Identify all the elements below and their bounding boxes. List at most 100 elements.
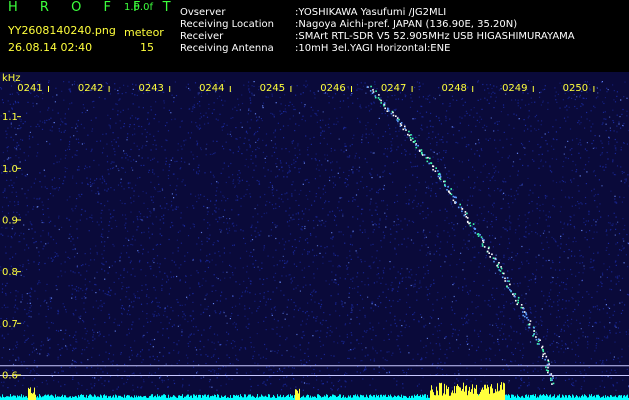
noise-pixel	[55, 285, 57, 287]
noise-pixel	[334, 254, 337, 256]
noise-pixel	[405, 276, 407, 278]
noise-pixel	[54, 101, 56, 103]
noise-pixel	[528, 289, 530, 291]
noise-pixel	[20, 301, 22, 303]
noise-pixel	[142, 248, 144, 250]
noise-pixel	[204, 308, 206, 310]
noise-pixel	[583, 376, 585, 378]
noise-pixel	[340, 149, 342, 151]
noise-pixel	[404, 218, 406, 220]
noise-pixel	[152, 169, 154, 171]
noise-pixel	[232, 323, 234, 325]
noise-pixel	[333, 186, 335, 188]
noise-pixel	[283, 137, 285, 139]
noise-pixel	[413, 165, 415, 168]
noise-pixel	[258, 180, 260, 182]
noise-pixel	[326, 332, 328, 334]
noise-pixel	[621, 201, 623, 203]
noise-pixel	[620, 127, 622, 129]
noise-pixel	[619, 249, 621, 251]
noise-pixel	[273, 307, 275, 309]
noise-pixel	[184, 161, 186, 163]
noise-pixel	[182, 311, 184, 313]
noise-pixel	[166, 275, 168, 277]
noise-pixel	[216, 181, 218, 183]
noise-pixel	[389, 268, 391, 270]
noise-pixel	[69, 148, 71, 150]
noise-pixel	[350, 234, 352, 236]
noise-pixel	[132, 268, 134, 270]
noise-pixel	[461, 137, 463, 139]
noise-pixel	[108, 124, 110, 126]
noise-pixel	[128, 187, 130, 189]
noise-pixel	[100, 377, 102, 379]
noise-pixel	[78, 287, 80, 289]
noise-pixel	[140, 213, 142, 215]
noise-pixel	[590, 258, 592, 260]
noise-pixel	[125, 237, 127, 239]
noise-pixel	[438, 87, 440, 89]
noise-pixel	[410, 284, 412, 287]
noise-pixel	[335, 274, 337, 276]
noise-pixel	[47, 339, 49, 341]
noise-pixel	[83, 142, 85, 144]
noise-pixel	[203, 219, 205, 221]
noise-pixel	[21, 139, 24, 141]
noise-pixel	[15, 191, 17, 193]
noise-pixel	[247, 327, 249, 329]
noise-pixel	[364, 314, 366, 317]
noise-pixel	[62, 183, 64, 185]
noise-pixel	[274, 224, 276, 226]
noise-pixel	[518, 315, 520, 317]
noise-pixel	[251, 85, 253, 87]
noise-pixel	[273, 116, 275, 118]
noise-pixel	[479, 262, 481, 265]
noise-pixel	[294, 130, 296, 132]
noise-pixel	[575, 204, 577, 206]
noise-pixel	[608, 136, 610, 138]
noise-pixel	[577, 329, 579, 331]
noise-pixel	[300, 189, 302, 192]
noise-pixel	[39, 282, 41, 284]
noise-pixel	[308, 209, 310, 211]
noise-pixel	[352, 172, 354, 174]
noise-pixel	[616, 277, 618, 279]
noise-pixel	[340, 231, 342, 233]
noise-pixel	[576, 262, 578, 264]
noise-pixel	[487, 211, 490, 213]
noise-pixel	[598, 337, 600, 339]
noise-pixel	[328, 283, 330, 285]
info-label: Receiver	[180, 31, 224, 42]
noise-pixel	[276, 370, 279, 372]
noise-pixel	[177, 247, 179, 249]
noise-pixel	[500, 189, 502, 191]
noise-pixel	[50, 297, 53, 299]
noise-pixel	[260, 230, 262, 232]
noise-pixel	[496, 86, 498, 88]
noise-pixel	[200, 231, 203, 234]
noise-pixel	[571, 318, 573, 320]
noise-pixel	[333, 254, 335, 256]
noise-pixel	[521, 245, 523, 248]
noise-pixel	[94, 377, 96, 379]
noise-pixel	[540, 124, 542, 126]
noise-pixel	[613, 310, 616, 312]
noise-pixel	[51, 126, 53, 128]
noise-pixel	[117, 386, 119, 388]
noise-pixel	[209, 234, 211, 236]
noise-pixel	[208, 103, 210, 105]
noise-pixel	[255, 227, 257, 229]
noise-pixel	[71, 102, 73, 104]
noise-pixel	[293, 162, 295, 164]
noise-pixel	[15, 253, 17, 255]
noise-pixel	[436, 250, 438, 252]
noise-pixel	[530, 125, 532, 127]
noise-pixel	[600, 281, 602, 283]
noise-pixel	[131, 238, 133, 240]
noise-pixel	[364, 366, 367, 368]
noise-pixel	[162, 355, 164, 357]
noise-pixel	[570, 255, 573, 257]
noise-pixel	[342, 215, 344, 217]
noise-pixel	[605, 249, 607, 251]
noise-pixel	[613, 121, 615, 124]
